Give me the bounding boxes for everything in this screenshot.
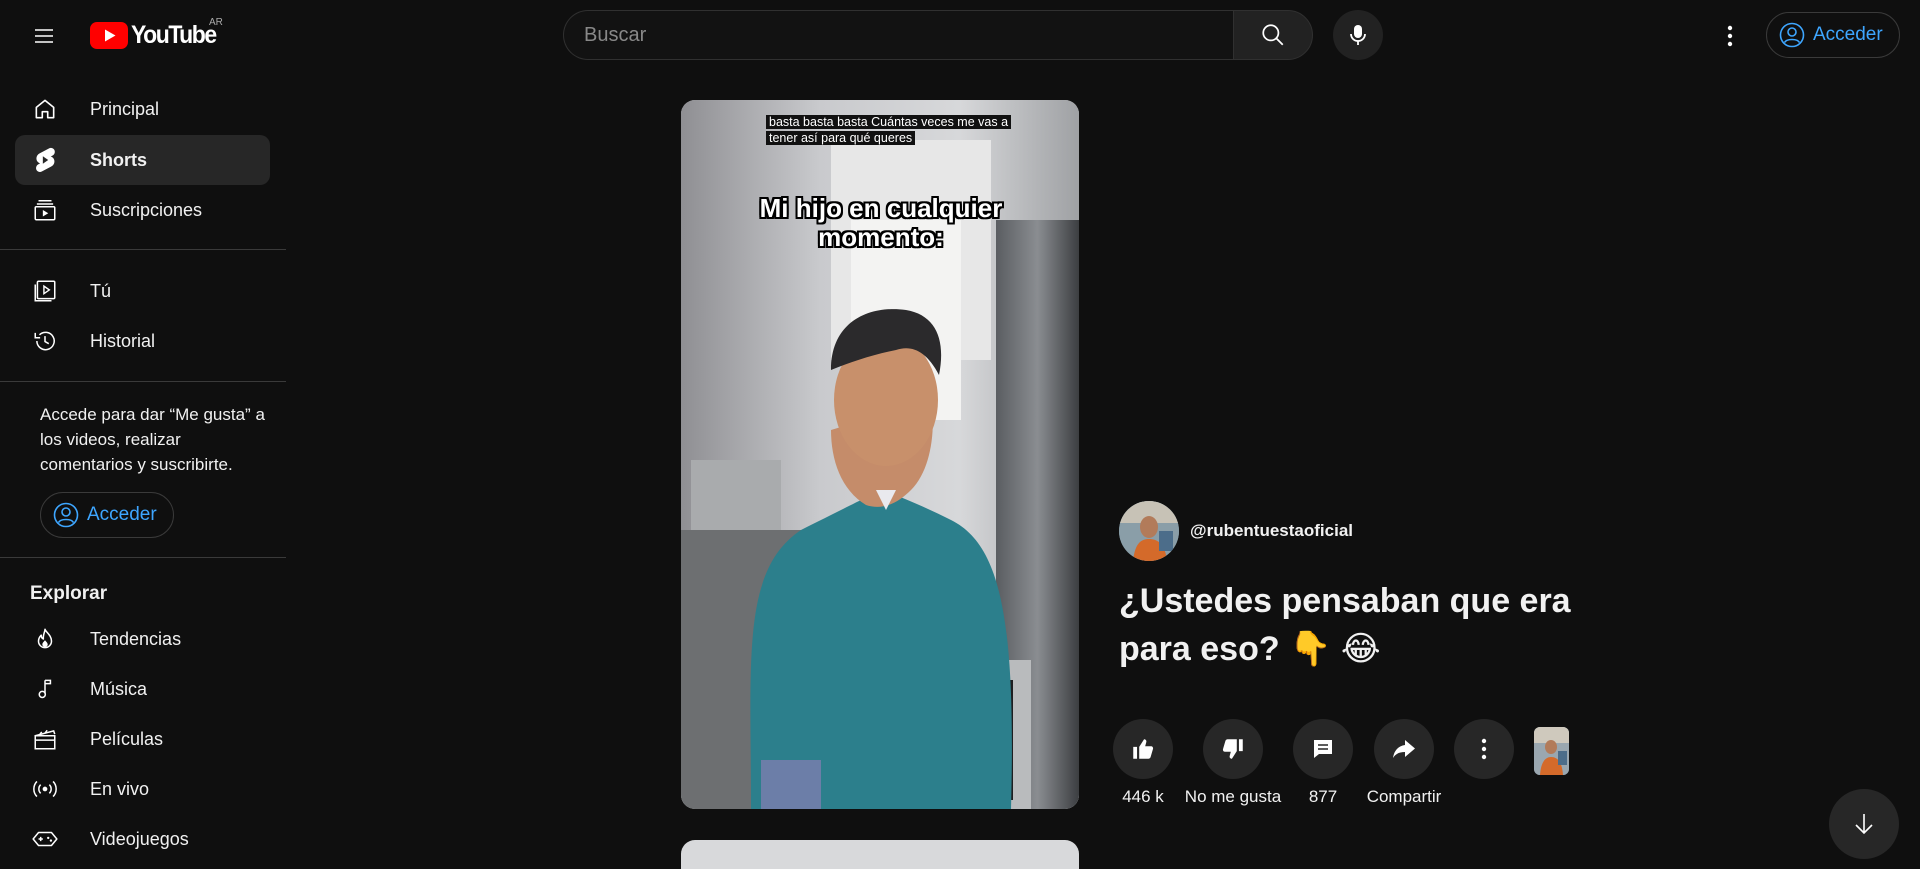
shorts-icon (30, 145, 60, 175)
microphone-icon (1350, 25, 1366, 45)
sidebar-item-label: Tú (90, 280, 112, 301)
sidebar: Principal Shorts Suscripciones Tú Histor… (0, 80, 286, 869)
caption-text: basta basta basta Cuántas veces me vas a… (766, 115, 1012, 145)
like-button[interactable] (1113, 719, 1173, 779)
share-label: Compartir (1366, 787, 1442, 806)
signin-button[interactable]: Acceder (1766, 12, 1900, 58)
you-icon (30, 276, 60, 306)
comment-count: 877 (1308, 787, 1338, 806)
sidebar-item-label: Principal (90, 98, 160, 119)
youtube-logo[interactable]: YouTube (90, 20, 223, 49)
sidebar-item-shorts[interactable]: Shorts (15, 135, 270, 185)
thumbnail-image (1534, 727, 1569, 775)
dislike-button[interactable] (1203, 719, 1263, 779)
account-icon (1779, 22, 1805, 48)
search-icon (1262, 24, 1284, 46)
settings-menu-button[interactable] (1710, 16, 1750, 56)
like-count: 446 k (1122, 787, 1164, 806)
gaming-icon (30, 824, 60, 854)
video-caption: basta basta basta Cuántas veces me vas a… (766, 114, 1026, 146)
sidebar-item-suscripciones[interactable]: Suscripciones (15, 185, 270, 235)
history-icon (30, 326, 60, 356)
signin-label: Acceder (87, 504, 157, 525)
subscriptions-icon (30, 195, 60, 225)
menu-button[interactable] (24, 16, 64, 56)
sidebar-item-tendencias[interactable]: Tendencias (15, 614, 270, 664)
thumbs-down-icon (1222, 739, 1243, 759)
movies-icon (30, 724, 60, 754)
sidebar-item-label: En vivo (90, 778, 150, 799)
dislike-label: No me gusta (1184, 787, 1282, 806)
sidebar-item-label: Historial (90, 330, 156, 351)
sidebar-item-peliculas[interactable]: Películas (15, 714, 270, 764)
share-button[interactable] (1374, 719, 1434, 779)
arrow-down-icon (1855, 814, 1873, 835)
channel-info: @rubentuestaoficial (1119, 501, 1353, 561)
search-button[interactable] (1233, 10, 1313, 60)
signin-prompt-text: Accede para dar “Me gusta” a los videos,… (40, 405, 265, 474)
comments-button[interactable] (1293, 719, 1353, 779)
sidebar-item-tu[interactable]: Tú (15, 266, 270, 316)
more-vertical-icon (1481, 738, 1487, 760)
live-icon (30, 774, 60, 804)
sound-thumbnail[interactable] (1534, 727, 1569, 775)
sidebar-item-en-vivo[interactable]: En vivo (15, 764, 270, 814)
account-icon (53, 502, 79, 528)
channel-name[interactable]: @rubentuestaoficial (1190, 521, 1353, 541)
sidebar-item-label: Tendencias (90, 628, 182, 649)
search-input[interactable] (584, 23, 1233, 47)
sidebar-item-label: Shorts (90, 149, 148, 170)
sidebar-divider (0, 381, 286, 382)
sidebar-item-videojuegos[interactable]: Videojuegos (15, 814, 270, 864)
sidebar-item-label: Videojuegos (90, 828, 189, 849)
search-box[interactable] (563, 10, 1233, 60)
avatar-image (1119, 501, 1179, 561)
share-icon (1393, 740, 1415, 758)
more-actions-button[interactable] (1454, 719, 1514, 779)
sidebar-divider (0, 249, 286, 250)
signin-label: Acceder (1813, 24, 1883, 45)
youtube-play-icon (90, 21, 128, 49)
sidebar-item-historial[interactable]: Historial (15, 316, 270, 366)
sidebar-item-principal[interactable]: Principal (15, 84, 270, 134)
sidebar-item-label: Suscripciones (90, 199, 203, 220)
next-short-preview[interactable] (681, 840, 1079, 869)
explore-heading: Explorar (30, 583, 108, 604)
masthead: YouTube AR Acceder (0, 0, 1920, 70)
next-short-button[interactable] (1829, 789, 1899, 859)
sidebar-signin-button[interactable]: Acceder (40, 492, 174, 538)
logo-text: YouTube (131, 20, 217, 49)
sidebar-item-musica[interactable]: Música (15, 664, 270, 714)
hamburger-icon (35, 29, 53, 43)
search-bar (563, 10, 1313, 60)
sidebar-item-label: Música (90, 678, 148, 699)
home-icon (30, 94, 60, 124)
thumbs-up-icon (1133, 739, 1154, 759)
comment-icon (1314, 740, 1332, 758)
music-icon (30, 674, 60, 704)
channel-avatar[interactable] (1119, 501, 1179, 561)
short-video-player[interactable]: basta basta basta Cuántas veces me vas a… (681, 100, 1079, 809)
short-title: ¿Ustedes pensaban que era para eso? 👇 😂 (1119, 582, 1571, 668)
more-vertical-icon (1727, 25, 1733, 47)
voice-search-button[interactable] (1333, 10, 1383, 60)
trending-icon (30, 624, 60, 654)
country-code: AR (209, 17, 223, 28)
sidebar-item-label: Películas (90, 728, 164, 749)
video-overlay-text: Mi hijo en cualquier momento: (759, 193, 1003, 252)
sidebar-divider (0, 557, 286, 558)
